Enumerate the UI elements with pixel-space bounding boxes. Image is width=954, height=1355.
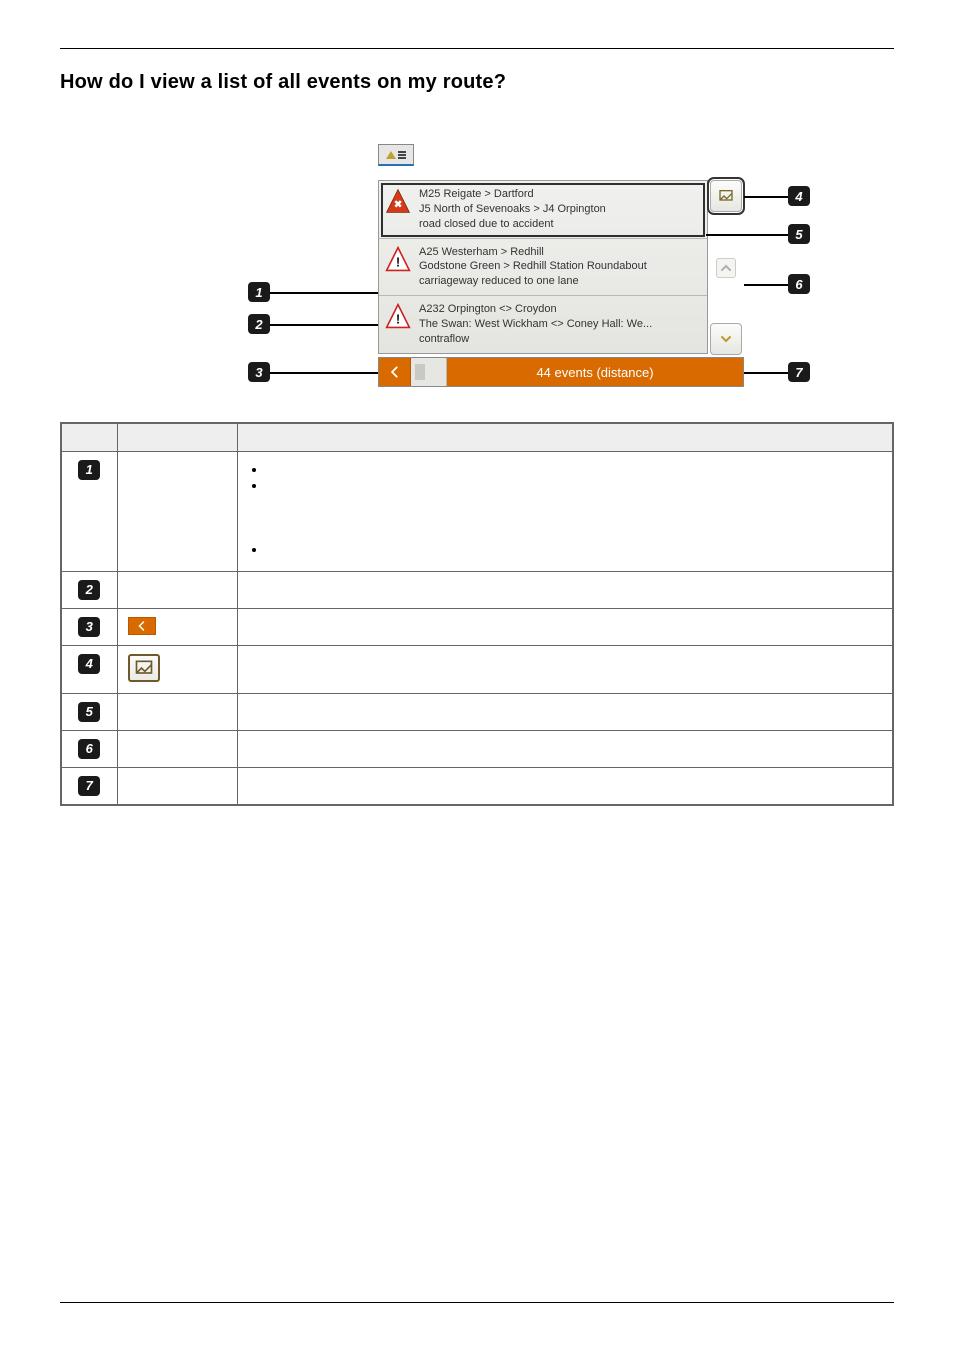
legend-row: 7 bbox=[61, 767, 893, 805]
warning-icon: ! bbox=[385, 303, 411, 329]
legend-row: 4 bbox=[61, 645, 893, 693]
event-text: A232 Orpington <> Croydon The Swan: West… bbox=[419, 302, 652, 347]
status-text: 44 events (distance) bbox=[447, 358, 743, 386]
back-icon bbox=[128, 617, 156, 635]
callout-badge-2: 2 bbox=[248, 314, 270, 334]
legend-bullets bbox=[248, 462, 883, 556]
events-list-panel: ✖ M25 Reigate > Dartford J5 North of Sev… bbox=[378, 180, 708, 354]
legend-row: 3 bbox=[61, 608, 893, 645]
legend-row: 5 bbox=[61, 693, 893, 730]
legend-table: 1 2 3 4 5 bbox=[60, 422, 894, 806]
show-on-map-icon bbox=[128, 654, 160, 682]
legend-row: 6 bbox=[61, 730, 893, 767]
legend-badge: 4 bbox=[78, 654, 100, 674]
callout-badge-4: 4 bbox=[788, 186, 810, 206]
callout-badge-5: 5 bbox=[788, 224, 810, 244]
events-tab-button[interactable] bbox=[378, 144, 414, 166]
event-row[interactable]: ! A25 Westerham > Redhill Godstone Green… bbox=[379, 239, 707, 297]
scroll-up-button[interactable] bbox=[716, 258, 736, 278]
svg-text:✖: ✖ bbox=[394, 200, 402, 211]
warning-icon bbox=[386, 151, 396, 159]
status-bar: 44 events (distance) bbox=[378, 357, 744, 387]
event-row[interactable]: ! A232 Orpington <> Croydon The Swan: We… bbox=[379, 296, 707, 353]
legend-row: 2 bbox=[61, 571, 893, 608]
list-icon bbox=[398, 151, 406, 159]
legend-badge: 1 bbox=[78, 460, 100, 480]
event-text: A25 Westerham > Redhill Godstone Green >… bbox=[419, 245, 647, 290]
event-text: M25 Reigate > Dartford J5 North of Seven… bbox=[419, 187, 606, 232]
legend-badge: 7 bbox=[78, 776, 100, 796]
callout-badge-6: 6 bbox=[788, 274, 810, 294]
svg-text:!: ! bbox=[396, 311, 400, 326]
scroll-column bbox=[708, 180, 744, 355]
show-on-map-button[interactable] bbox=[710, 180, 742, 212]
warning-icon: ! bbox=[385, 246, 411, 272]
legend-row: 1 bbox=[61, 451, 893, 571]
events-diagram: ✖ M25 Reigate > Dartford J5 North of Sev… bbox=[60, 144, 894, 404]
callout-badge-7: 7 bbox=[788, 362, 810, 382]
page-heading: How do I view a list of all events on my… bbox=[60, 71, 894, 94]
back-button[interactable] bbox=[379, 358, 411, 386]
legend-badge: 2 bbox=[78, 580, 100, 600]
accident-icon: ✖ bbox=[385, 188, 411, 214]
progress-indicator bbox=[411, 358, 447, 386]
scroll-down-button[interactable] bbox=[710, 323, 742, 355]
callout-badge-1: 1 bbox=[248, 282, 270, 302]
legend-badge: 6 bbox=[78, 739, 100, 759]
callout-badge-3: 3 bbox=[248, 362, 270, 382]
legend-badge: 3 bbox=[78, 617, 100, 637]
legend-badge: 5 bbox=[78, 702, 100, 722]
svg-text:!: ! bbox=[396, 254, 400, 269]
event-row[interactable]: ✖ M25 Reigate > Dartford J5 North of Sev… bbox=[379, 181, 707, 239]
